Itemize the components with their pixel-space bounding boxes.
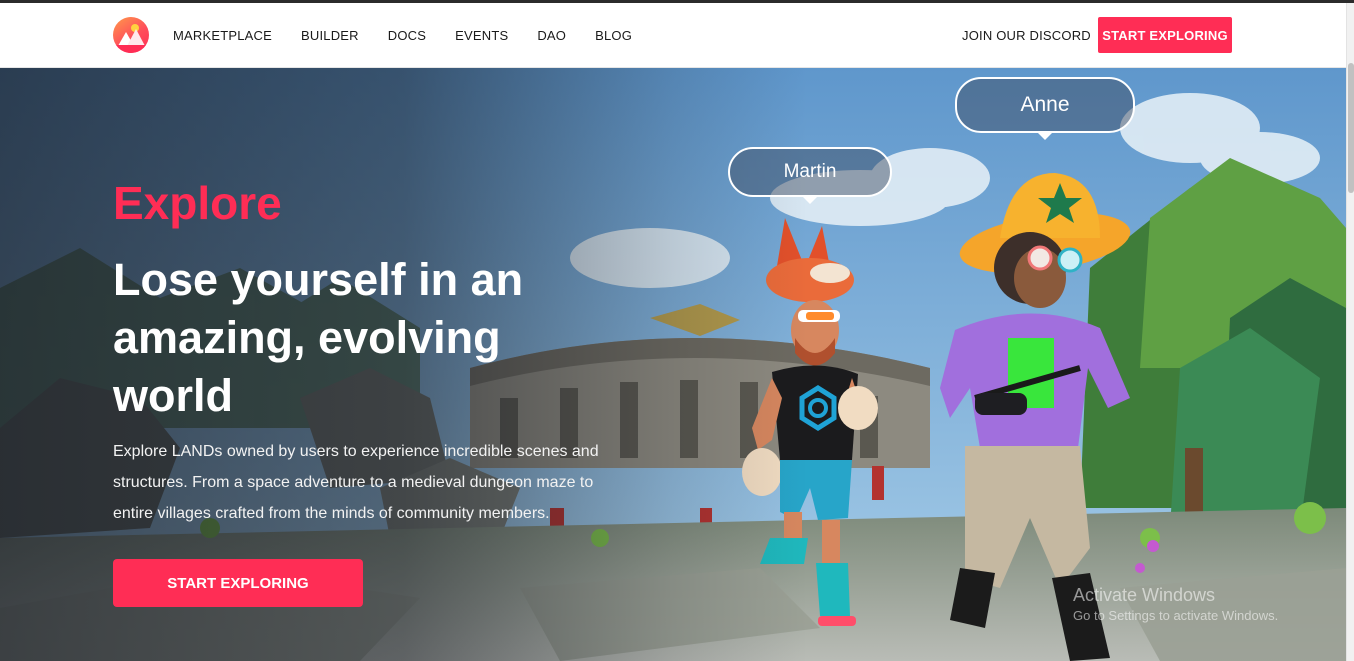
- hero-start-exploring-button[interactable]: START EXPLORING: [113, 559, 363, 607]
- top-navbar: MARKETPLACE BUILDER DOCS EVENTS DAO BLOG…: [0, 3, 1346, 68]
- nav-link-dao[interactable]: DAO: [537, 28, 566, 43]
- decentraland-logo-icon[interactable]: [113, 17, 149, 53]
- avatar-name-bubble-martin: Martin: [728, 147, 892, 204]
- avatar-name-bubble-anne: Anne: [955, 77, 1135, 140]
- nav-links: MARKETPLACE BUILDER DOCS EVENTS DAO BLOG: [173, 3, 661, 67]
- page-scrollbar[interactable]: [1346, 3, 1354, 661]
- watermark-title: Activate Windows: [1073, 585, 1216, 605]
- nav-link-docs[interactable]: DOCS: [388, 28, 426, 43]
- activate-windows-watermark: Activate Windows Go to Settings to activ…: [1073, 585, 1278, 623]
- hero-description: Explore LANDs owned by users to experien…: [113, 443, 599, 522]
- nav-link-marketplace[interactable]: MARKETPLACE: [173, 28, 272, 43]
- hero-section: Martin Anne Explore Lose yourself in an …: [0, 68, 1346, 661]
- nav-link-blog[interactable]: BLOG: [595, 28, 632, 43]
- hero-headline: Lose yourself in an amazing, evolving wo…: [113, 254, 524, 421]
- scrollbar-thumb[interactable]: [1348, 63, 1354, 193]
- nav-link-events[interactable]: EVENTS: [455, 28, 508, 43]
- watermark-subtitle: Go to Settings to activate Windows.: [1073, 608, 1279, 623]
- hero-eyebrow: Explore: [113, 177, 282, 229]
- join-discord-link[interactable]: JOIN OUR DISCORD: [962, 3, 1091, 67]
- nav-link-builder[interactable]: BUILDER: [301, 28, 359, 43]
- nav-start-exploring-button[interactable]: START EXPLORING: [1098, 17, 1232, 53]
